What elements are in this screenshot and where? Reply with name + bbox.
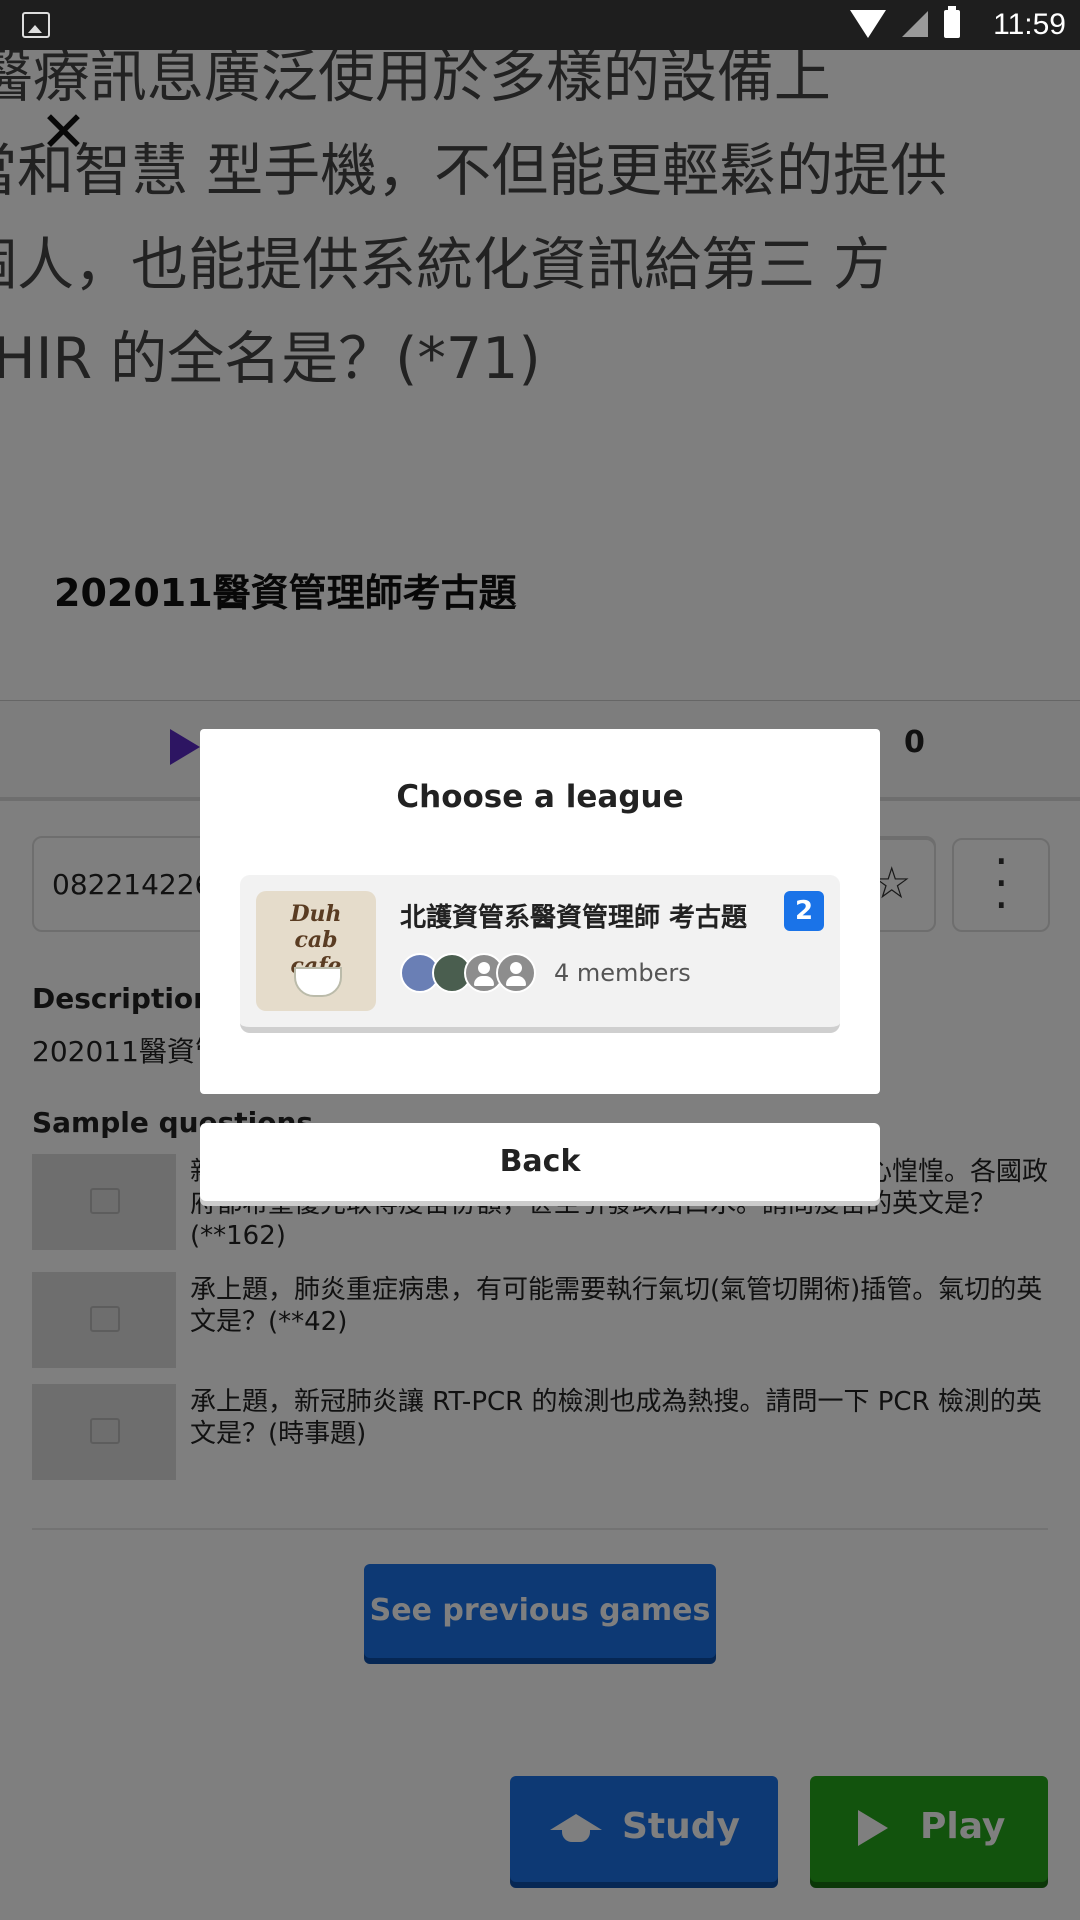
member-count: 4 members — [554, 959, 691, 987]
back-button[interactable]: Back — [200, 1123, 880, 1201]
signal-icon — [902, 11, 928, 37]
dialog-title: Choose a league — [396, 779, 684, 815]
league-logo: Duh cab cafe — [256, 891, 376, 1011]
wifi-icon — [850, 10, 886, 38]
gallery-notification-icon — [22, 12, 50, 38]
coffee-cup-icon — [294, 967, 342, 997]
battery-icon — [944, 6, 960, 38]
status-time: 11:59 — [993, 8, 1066, 41]
league-count-badge: 2 — [784, 891, 824, 931]
status-icons — [850, 6, 960, 38]
league-name: 北護資管系醫資管理師 考古題 — [400, 903, 748, 933]
league-item[interactable]: Duh cab cafe 北護資管系醫資管理師 考古題 2 4 members — [240, 875, 840, 1033]
status-bar: 11:59 — [0, 0, 1080, 50]
default-avatar-icon — [496, 953, 536, 993]
choose-league-dialog: Choose a league Duh cab cafe 北護資管系醫資管理師 … — [200, 729, 880, 1094]
